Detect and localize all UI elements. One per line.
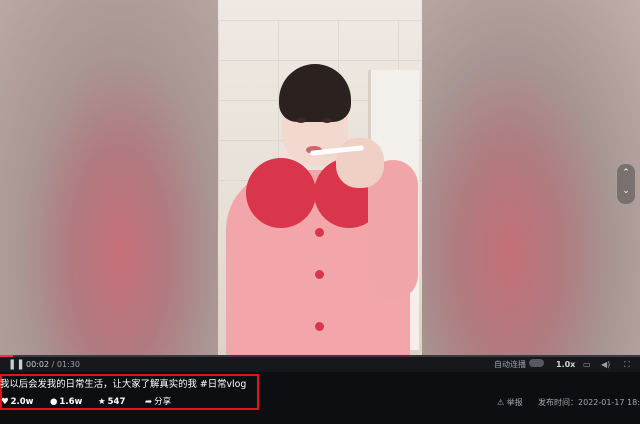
favorite-count: 547 (107, 397, 126, 407)
share-button[interactable]: ➦ 分享 (145, 396, 171, 408)
time-total: 01:30 (56, 360, 80, 369)
autoplay-label: 自动连播 (494, 360, 526, 369)
speed-button[interactable]: 1.0x (556, 359, 575, 371)
comment-button[interactable]: ● 1.6w (50, 396, 82, 408)
time-current: 00:02 (26, 360, 50, 369)
publish-time: 发布时间：2022-01-17 18:01 (538, 398, 640, 407)
share-icon: ➦ (145, 397, 153, 407)
report-button[interactable]: ⚠ 举报 (497, 397, 523, 409)
like-count: 2.0w (10, 397, 34, 407)
background-blur-right (422, 0, 640, 355)
video-scroll-control[interactable]: ⌃ ⌄ (616, 163, 636, 205)
fullscreen-icon[interactable]: ⛶ (624, 359, 630, 371)
autoplay-toggle[interactable] (529, 359, 544, 367)
time-display: 00:02 / 01:30 (26, 359, 80, 371)
eye (296, 118, 306, 123)
video-player[interactable]: ⌃ ⌄ (0, 0, 640, 355)
robe-collar-left (246, 158, 316, 228)
like-button[interactable]: ♥ 2.0w (1, 396, 34, 408)
chevron-down-icon[interactable]: ⌄ (617, 182, 635, 200)
comment-icon: ● (50, 397, 58, 407)
comment-count: 1.6w (59, 397, 83, 407)
video-title[interactable]: 我以后会发我的日常生活，让大家了解真实的我 #日常vlog (0, 378, 262, 391)
progress-bar[interactable] (0, 355, 640, 357)
eye (322, 118, 332, 123)
robe-button (315, 228, 324, 237)
progress-fill (0, 355, 13, 357)
favorite-button[interactable]: ★ 547 (98, 396, 125, 408)
chevron-up-icon[interactable]: ⌃ (617, 164, 635, 182)
video-frame[interactable] (218, 0, 422, 355)
report-label: 举报 (506, 398, 523, 407)
robe-button (315, 322, 324, 331)
picture-in-picture-icon[interactable]: ▭ (583, 359, 591, 371)
player-controls (0, 355, 640, 372)
star-icon: ★ (98, 397, 106, 407)
warning-icon: ⚠ (497, 398, 507, 407)
pause-icon[interactable]: ❚❚ (8, 359, 25, 371)
heart-icon: ♥ (1, 397, 9, 407)
robe-button (315, 270, 324, 279)
background-blur-left (0, 0, 218, 355)
volume-icon[interactable]: ◀) (601, 359, 610, 371)
share-label: 分享 (154, 397, 172, 407)
